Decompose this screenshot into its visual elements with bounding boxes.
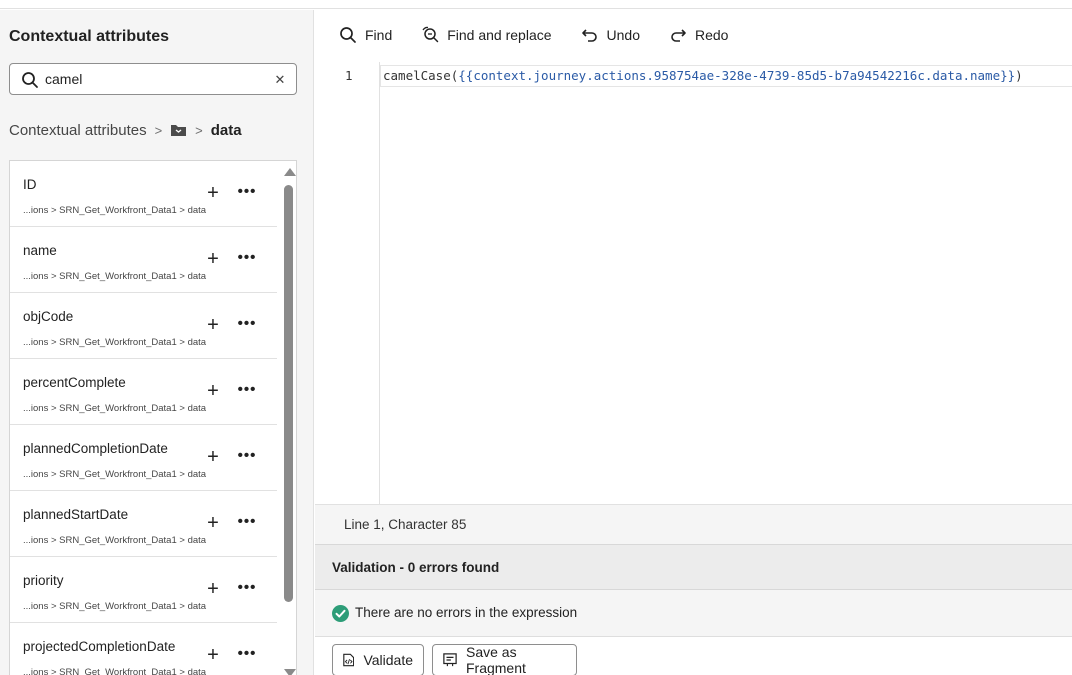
validation-message: There are no errors in the expression <box>355 605 578 620</box>
attribute-name: name <box>23 243 57 258</box>
attribute-path: ...ions > SRN_Get_Workfront_Data1 > data <box>23 271 207 282</box>
attribute-path: ...ions > SRN_Get_Workfront_Data1 > data <box>23 337 207 348</box>
plus-icon[interactable]: + <box>203 645 223 665</box>
attribute-name: ID <box>23 177 37 192</box>
plus-icon[interactable]: + <box>203 315 223 335</box>
list-item[interactable]: plannedCompletionDate ...ions > SRN_Get_… <box>10 425 277 491</box>
more-icon[interactable]: ••• <box>236 381 258 401</box>
attribute-path: ...ions > SRN_Get_Workfront_Data1 > data <box>23 205 207 216</box>
more-icon[interactable]: ••• <box>236 447 258 467</box>
attribute-name: percentComplete <box>23 375 126 390</box>
list-scrollbar[interactable] <box>280 161 296 675</box>
validation-title: Validation - 0 errors found <box>332 560 500 575</box>
undo-button[interactable]: Undo <box>581 27 640 43</box>
attribute-name: projectedCompletionDate <box>23 639 176 654</box>
list-item[interactable]: ID ...ions > SRN_Get_Workfront_Data1 > d… <box>10 161 277 227</box>
chevron-right-icon: > <box>195 122 203 138</box>
plus-icon[interactable]: + <box>203 513 223 533</box>
list-item[interactable]: projectedCompletionDate ...ions > SRN_Ge… <box>10 623 277 675</box>
list-item[interactable]: objCode ...ions > SRN_Get_Workfront_Data… <box>10 293 277 359</box>
plus-icon[interactable]: + <box>203 249 223 269</box>
undo-icon <box>581 29 597 42</box>
list-item[interactable]: plannedStartDate ...ions > SRN_Get_Workf… <box>10 491 277 557</box>
breadcrumb: Contextual attributes > > data <box>9 120 242 140</box>
list-item[interactable]: priority ...ions > SRN_Get_Workfront_Dat… <box>10 557 277 623</box>
line-number: 1 <box>345 68 353 83</box>
attribute-path: ...ions > SRN_Get_Workfront_Data1 > data <box>23 535 207 546</box>
redo-label: Redo <box>695 27 729 43</box>
plus-icon[interactable]: + <box>203 381 223 401</box>
list-item[interactable]: percentComplete ...ions > SRN_Get_Workfr… <box>10 359 277 425</box>
validate-button[interactable]: Validate <box>332 644 424 675</box>
code-function: camelCase( <box>383 68 459 83</box>
cursor-position: Line 1, Character 85 <box>344 517 467 532</box>
more-icon[interactable]: ••• <box>236 579 258 599</box>
plus-icon[interactable]: + <box>203 183 223 203</box>
code-validate-icon <box>343 653 355 667</box>
scroll-thumb[interactable] <box>284 185 293 602</box>
attribute-list: ID ...ions > SRN_Get_Workfront_Data1 > d… <box>9 160 297 675</box>
top-divider <box>0 0 1072 9</box>
expression-editor[interactable]: 1 camelCase({{context.journey.actions.95… <box>315 62 1072 504</box>
more-icon[interactable]: ••• <box>236 249 258 269</box>
find-label: Find <box>365 27 393 43</box>
validation-result: There are no errors in the expression <box>315 590 1072 637</box>
search-input[interactable]: camel <box>45 71 82 87</box>
fragment-icon <box>443 653 457 667</box>
checkmark-circle-icon <box>332 605 349 622</box>
save-fragment-label: Save as Fragment <box>465 644 526 675</box>
more-icon[interactable]: ••• <box>236 513 258 533</box>
code-line[interactable]: camelCase({{context.journey.actions.9587… <box>383 68 1023 83</box>
editor-toolbar: Find Find and replace Undo Redo <box>315 10 1072 60</box>
find-replace-button[interactable]: Find and replace <box>421 26 552 44</box>
breadcrumb-current: data <box>210 121 242 139</box>
attribute-path: ...ions > SRN_Get_Workfront_Data1 > data <box>23 403 207 414</box>
more-icon[interactable]: ••• <box>236 183 258 203</box>
contextual-attributes-panel: Contextual attributes camel ✕ Contextual… <box>0 10 314 675</box>
undo-label: Undo <box>606 27 640 43</box>
attribute-name: priority <box>23 573 64 588</box>
footer-actions: Validate Save as Fragment <box>315 637 1072 675</box>
more-icon[interactable]: ••• <box>236 315 258 335</box>
find-replace-label: Find and replace <box>447 27 552 43</box>
redo-icon <box>671 29 686 42</box>
attribute-path: ...ions > SRN_Get_Workfront_Data1 > data <box>23 667 207 675</box>
search-icon <box>340 27 356 43</box>
scroll-down-arrow-icon[interactable] <box>284 669 296 675</box>
search-field[interactable]: camel ✕ <box>9 63 297 95</box>
search-icon <box>22 72 38 88</box>
list-item[interactable]: name ...ions > SRN_Get_Workfront_Data1 >… <box>10 227 277 293</box>
attribute-path: ...ions > SRN_Get_Workfront_Data1 > data <box>23 601 207 612</box>
code-argument: {{context.journey.actions.958754ae-328e-… <box>458 68 1016 83</box>
plus-icon[interactable]: + <box>203 447 223 467</box>
plus-icon[interactable]: + <box>203 579 223 599</box>
more-icon[interactable]: ••• <box>236 645 258 665</box>
chevron-right-icon: > <box>154 122 163 138</box>
validate-label: Validate <box>363 652 413 668</box>
code-close-paren: ) <box>1015 68 1023 83</box>
status-bar: Line 1, Character 85 <box>315 504 1072 544</box>
find-replace-icon <box>422 26 439 43</box>
attribute-name: plannedCompletionDate <box>23 441 168 456</box>
panel-title: Contextual attributes <box>9 28 170 45</box>
line-gutter: 1 <box>315 62 380 504</box>
find-button[interactable]: Find <box>339 26 392 44</box>
scroll-up-arrow-icon[interactable] <box>284 168 296 176</box>
attribute-name: objCode <box>23 309 74 324</box>
close-icon[interactable]: ✕ <box>273 71 287 89</box>
folder-icon[interactable] <box>170 123 187 137</box>
save-fragment-button[interactable]: Save as Fragment <box>432 644 577 675</box>
attribute-name: plannedStartDate <box>23 507 129 522</box>
validation-header[interactable]: Validation - 0 errors found <box>315 544 1072 590</box>
redo-button[interactable]: Redo <box>669 27 728 43</box>
breadcrumb-root[interactable]: Contextual attributes <box>9 122 147 139</box>
attribute-path: ...ions > SRN_Get_Workfront_Data1 > data <box>23 469 207 480</box>
